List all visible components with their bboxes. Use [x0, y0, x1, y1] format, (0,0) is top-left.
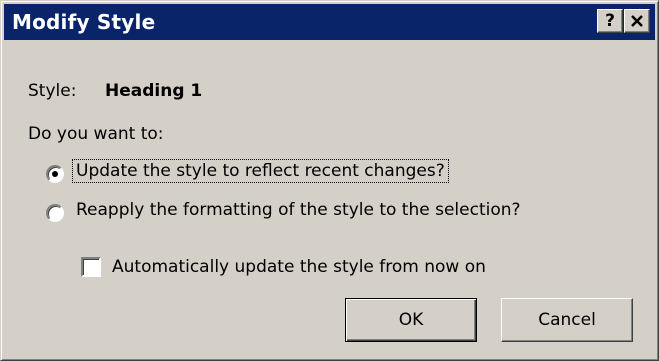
close-icon — [631, 15, 643, 27]
style-name-value: Heading 1 — [105, 81, 203, 101]
close-button[interactable] — [624, 9, 650, 33]
auto-update-checkbox[interactable] — [81, 257, 101, 277]
style-label: Style: — [28, 81, 77, 101]
reapply-formatting-radio[interactable] — [46, 204, 64, 222]
modify-style-dialog: Modify Style ? Style: Heading 1 Do you w… — [0, 0, 659, 361]
title-bar[interactable]: Modify Style ? — [4, 4, 655, 40]
help-button[interactable]: ? — [597, 9, 623, 33]
reapply-formatting-option-label[interactable]: Reapply the formatting of the style to t… — [76, 200, 521, 220]
auto-update-label[interactable]: Automatically update the style from now … — [112, 257, 486, 277]
dialog-title: Modify Style — [12, 10, 156, 34]
cancel-button[interactable]: Cancel — [501, 298, 633, 342]
prompt-text: Do you want to: — [28, 124, 164, 144]
update-style-radio[interactable] — [46, 165, 64, 183]
radio-selected-dot — [52, 171, 58, 177]
update-style-option-label[interactable]: Update the style to reflect recent chang… — [72, 159, 449, 183]
ok-button[interactable]: OK — [345, 298, 477, 342]
